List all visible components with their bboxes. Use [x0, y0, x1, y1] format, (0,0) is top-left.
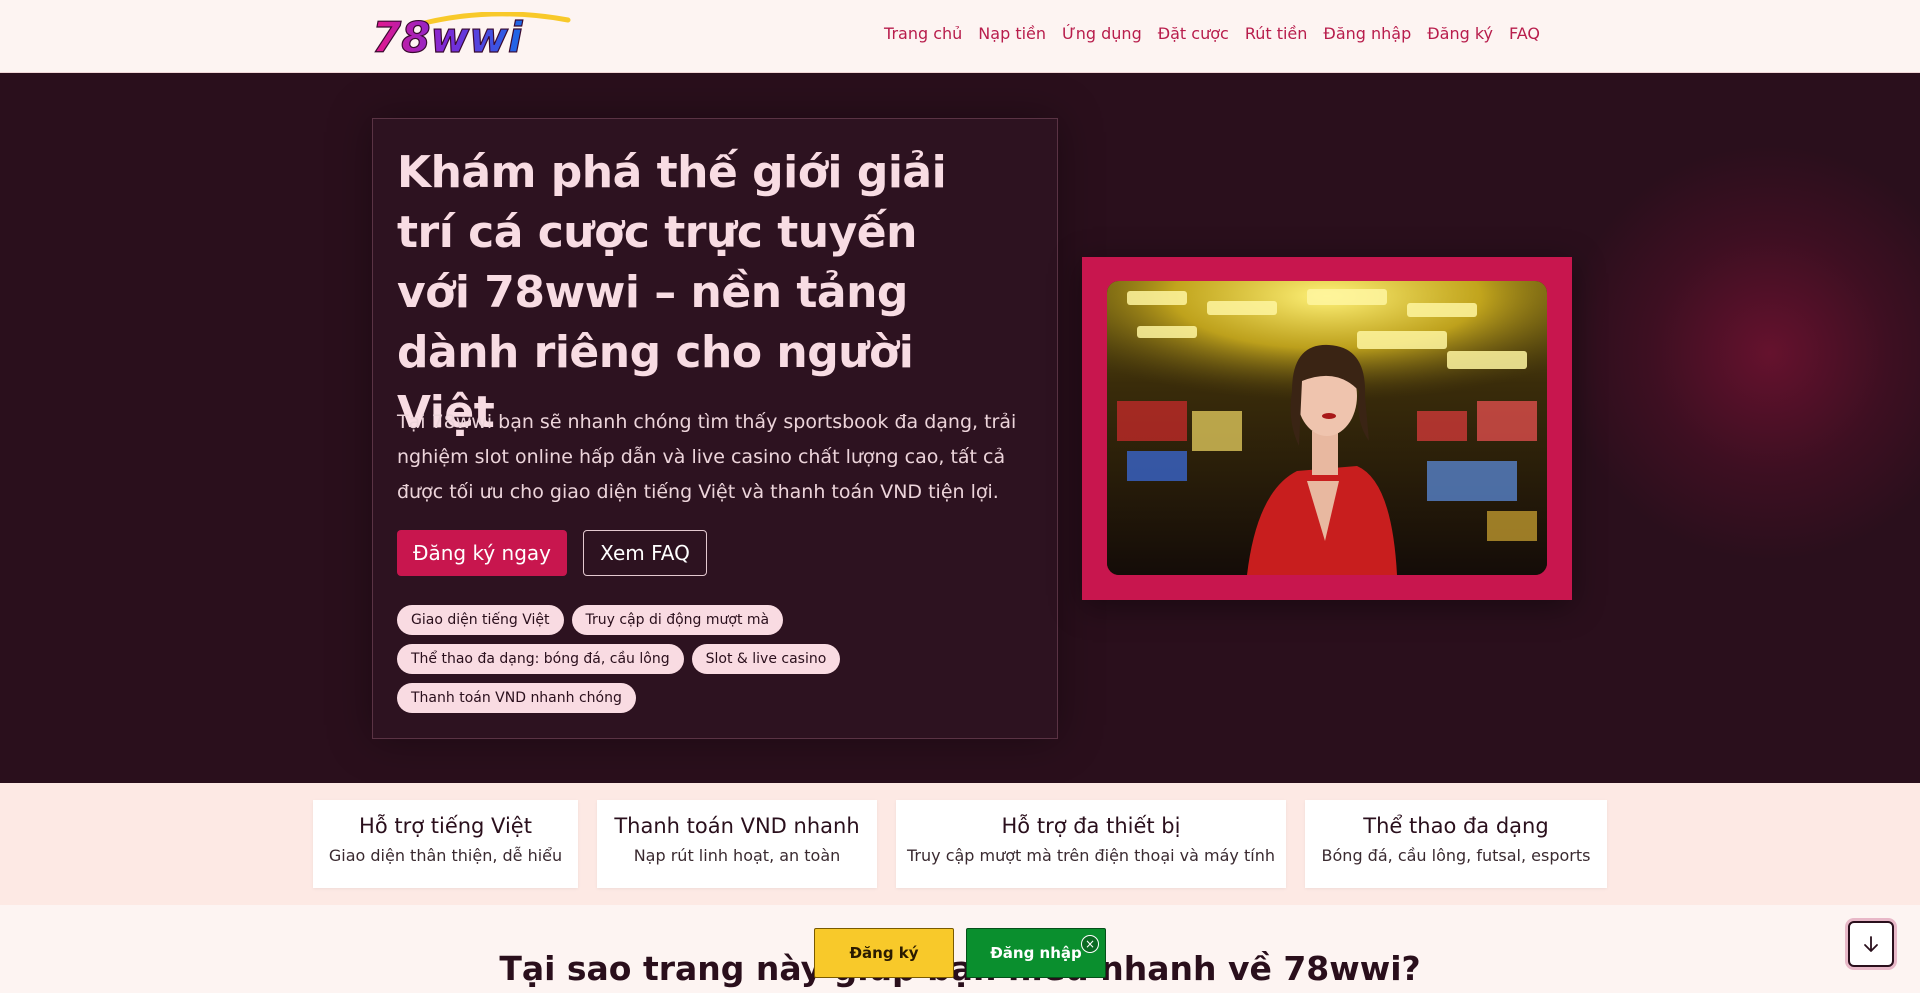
feature-title: Thể thao đa dạng [1363, 814, 1549, 838]
register-now-button[interactable]: Đăng ký ngay [397, 530, 567, 576]
chip: Truy cập di động mượt mà [571, 605, 784, 635]
nav-home[interactable]: Trang chủ [884, 24, 962, 43]
why-section: Tại sao trang này giúp bạn hiểu nhanh về… [0, 905, 1920, 993]
site-logo[interactable]: 78wwi [372, 12, 572, 58]
chip: Slot & live casino [691, 644, 841, 674]
chip: Giao diện tiếng Việt [397, 605, 564, 635]
nav-login[interactable]: Đăng nhập [1323, 24, 1411, 43]
chip: Thanh toán VND nhanh chóng [397, 683, 636, 713]
hero-title: Khám phá thế giới giải trí cá cược trực … [397, 147, 947, 438]
view-faq-button[interactable]: Xem FAQ [583, 530, 707, 576]
nav-register[interactable]: Đăng ký [1427, 24, 1493, 43]
hero-image-frame [1082, 257, 1572, 600]
hero-image [1107, 281, 1547, 575]
nav-faq[interactable]: FAQ [1509, 24, 1540, 43]
nav-app[interactable]: Ứng dụng [1062, 24, 1142, 43]
hero-section: Khám phá thế giới giải trí cá cược trực … [0, 73, 1920, 783]
feature-card: Thể thao đa dạng Bóng đá, cầu lông, futs… [1305, 800, 1607, 888]
arrow-down-icon [1864, 936, 1878, 952]
feature-desc: Bóng đá, cầu lông, futsal, esports [1321, 846, 1591, 865]
feature-title: Hỗ trợ đa thiết bị [1001, 814, 1181, 838]
nav-betting[interactable]: Đặt cược [1158, 24, 1229, 43]
hero-card: Khám phá thế giới giải trí cá cược trực … [372, 118, 1058, 739]
nav-deposit[interactable]: Nạp tiền [978, 24, 1046, 43]
section-title: Tại sao trang này giúp bạn hiểu nhanh về… [499, 949, 1421, 988]
hero-glow [1560, 143, 1920, 563]
main-nav: Trang chủ Nạp tiền Ứng dụng Đặt cược Rút… [884, 24, 1540, 43]
feature-card: Thanh toán VND nhanh Nạp rút linh hoạt, … [597, 800, 877, 888]
svg-text:78wwi: 78wwi [372, 13, 523, 58]
feature-desc: Truy cập mượt mà trên điện thoại và máy … [907, 846, 1275, 865]
feature-title: Thanh toán VND nhanh [614, 814, 860, 838]
feature-desc: Nạp rút linh hoạt, an toàn [633, 846, 841, 865]
hero-description: Tại 78wwi bạn sẽ nhanh chóng tìm thấy sp… [397, 411, 1017, 503]
chip: Thể thao đa dạng: bóng đá, cầu lông [397, 644, 684, 674]
nav-withdraw[interactable]: Rút tiền [1245, 24, 1308, 43]
features-section: Hỗ trợ tiếng Việt Giao diện thân thiện, … [0, 783, 1920, 905]
sticky-register-button[interactable]: Đăng ký [814, 928, 954, 978]
feature-chips: Giao diện tiếng Việt Truy cập di động mư… [397, 605, 957, 713]
close-icon[interactable]: × [1081, 935, 1099, 953]
scroll-down-button[interactable] [1848, 921, 1894, 967]
site-header: 78wwi Trang chủ Nạp tiền Ứng dụng Đặt cư… [0, 0, 1920, 73]
feature-desc: Giao diện thân thiện, dễ hiểu [328, 846, 563, 865]
feature-card: Hỗ trợ đa thiết bị Truy cập mượt mà trên… [896, 800, 1286, 888]
feature-title: Hỗ trợ tiếng Việt [359, 814, 532, 838]
feature-card: Hỗ trợ tiếng Việt Giao diện thân thiện, … [313, 800, 578, 888]
